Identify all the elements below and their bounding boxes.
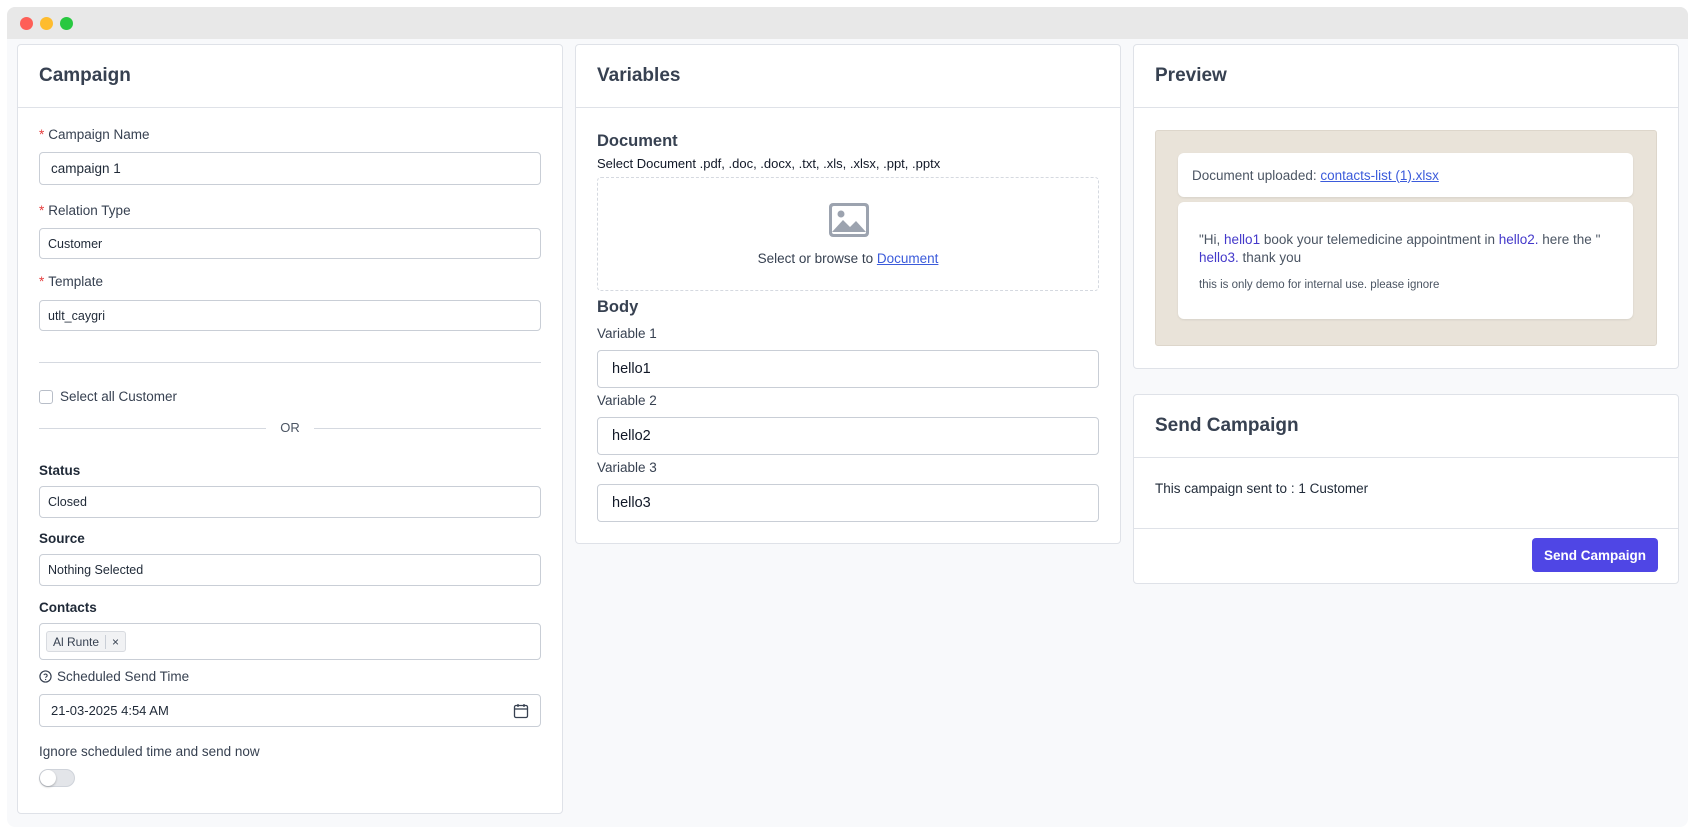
campaign-panel-header: Campaign (18, 45, 562, 108)
template-label: * Template (39, 274, 103, 289)
send-campaign-panel-header: Send Campaign (1134, 395, 1678, 458)
document-heading: Document (597, 132, 678, 150)
divider (39, 362, 541, 363)
campaign-name-label-text: Campaign Name (48, 127, 150, 142)
required-marker: * (39, 274, 45, 289)
scheduled-send-time-input[interactable]: 21-03-2025 4:54 AM (39, 694, 541, 727)
scheduled-label-row: Scheduled Send Time (39, 669, 189, 684)
calendar-icon[interactable] (513, 703, 529, 719)
question-circle-icon (39, 670, 52, 683)
variable-1-value: hello1 (612, 361, 651, 377)
contacts-multiselect[interactable]: Al Runte × (39, 623, 541, 660)
contact-tag-label: Al Runte (53, 634, 100, 649)
message-variable-3: hello3. (1199, 250, 1239, 265)
toggle-knob (40, 770, 56, 786)
title-bar (7, 7, 1688, 39)
template-select[interactable]: utlt_caygri (39, 300, 541, 331)
message-text: thank you (1238, 250, 1302, 265)
document-uploaded-bubble: Document uploaded: contacts-list (1).xls… (1178, 153, 1633, 197)
divider (1134, 528, 1678, 529)
relation-type-select[interactable]: Customer (39, 228, 541, 259)
uploaded-document-link[interactable]: contacts-list (1).xlsx (1320, 168, 1439, 183)
variable-3-label: Variable 3 (597, 460, 657, 475)
campaign-name-label: * Campaign Name (39, 127, 150, 142)
variables-panel: Variables Document Select Document .pdf,… (575, 44, 1121, 544)
select-all-checkbox[interactable] (39, 389, 53, 404)
status-select[interactable]: Closed (39, 486, 541, 518)
source-value: Nothing Selected (48, 563, 144, 577)
or-divider-right (314, 428, 541, 429)
preview-panel-header: Preview (1134, 45, 1678, 108)
message-body: "Hi, hello1 book your telemedicine appoi… (1199, 231, 1612, 267)
message-text: book your telemedicine appointment in (1260, 232, 1499, 247)
minimize-window-button[interactable] (40, 17, 53, 30)
relation-type-label: * Relation Type (39, 203, 131, 218)
campaign-summary-text: This campaign sent to : 1 Customer (1155, 481, 1369, 496)
send-campaign-panel-title: Send Campaign (1155, 415, 1299, 436)
document-uploaded-text: Document uploaded: (1192, 167, 1317, 183)
status-label: Status (39, 463, 81, 478)
variable-2-input[interactable]: hello2 (597, 417, 1099, 455)
message-variable-1: hello1 (1224, 232, 1261, 247)
variables-panel-header: Variables (576, 45, 1120, 108)
campaign-panel: Campaign * Campaign Name campaign 1 * Rela… (17, 44, 563, 814)
select-all-label: Select all Customer (60, 389, 178, 404)
variable-1-input[interactable]: hello1 (597, 350, 1099, 388)
message-variable-2: hello2. (1498, 232, 1539, 247)
message-bubble: "Hi, hello1 book your telemedicine appoi… (1178, 202, 1633, 319)
document-hint: Select Document .pdf, .doc, .docx, .txt,… (597, 156, 941, 171)
contact-tag: Al Runte × (46, 631, 127, 652)
or-divider-left (39, 428, 266, 429)
document-dropzone[interactable]: Select or browse to Document (597, 177, 1099, 291)
send-campaign-panel: Send Campaign This campaign sent to : 1 … (1133, 394, 1679, 584)
required-marker: * (39, 127, 45, 142)
send-campaign-button[interactable]: Send Campaign (1532, 538, 1658, 572)
image-placeholder-icon (829, 203, 869, 237)
status-value: Closed (48, 495, 87, 509)
dropzone-text: Select or browse to (757, 251, 874, 266)
campaign-panel-title: Campaign (39, 65, 131, 86)
scheduled-send-time-label: Scheduled Send Time (57, 669, 190, 684)
select-all-row: Select all Customer (39, 389, 177, 404)
campaign-name-input[interactable]: campaign 1 (39, 152, 541, 185)
chat-preview-background: Document uploaded: contacts-list (1).xls… (1155, 130, 1657, 346)
variable-2-label: Variable 2 (597, 393, 657, 408)
preview-panel: Preview Document uploaded: contacts-list… (1133, 44, 1679, 369)
preview-panel-title: Preview (1155, 65, 1227, 86)
app-window: Campaign * Campaign Name campaign 1 * Rela… (7, 7, 1688, 827)
message-text: here the " (1538, 232, 1601, 247)
template-value: utlt_caygri (48, 308, 105, 323)
variable-2-value: hello2 (612, 428, 651, 444)
dropzone-text-row: Select or browse to Document (598, 251, 1098, 266)
variable-1-label: Variable 1 (597, 326, 657, 341)
scheduled-send-time-value: 21-03-2025 4:54 AM (51, 703, 169, 718)
variable-3-value: hello3 (612, 495, 651, 511)
campaign-name-value: campaign 1 (51, 161, 121, 176)
relation-type-value: Customer (48, 236, 103, 251)
contact-tag-remove-icon[interactable]: × (105, 634, 119, 649)
or-separator-text: OR (280, 420, 300, 435)
variables-panel-title: Variables (597, 65, 681, 86)
maximize-window-button[interactable] (60, 17, 73, 30)
body-heading: Body (597, 298, 639, 316)
relation-type-label-text: Relation Type (48, 203, 131, 218)
required-marker: * (39, 203, 45, 218)
variable-3-input[interactable]: hello3 (597, 484, 1099, 522)
close-window-button[interactable] (20, 17, 33, 30)
source-select[interactable]: Nothing Selected (39, 554, 541, 586)
message-footer-note: this is only demo for internal use. plea… (1199, 279, 1440, 291)
browse-document-link[interactable]: Document (877, 251, 939, 266)
template-label-text: Template (48, 274, 104, 289)
message-text: "Hi, (1199, 232, 1225, 247)
contacts-label: Contacts (39, 600, 97, 615)
ignore-schedule-toggle[interactable] (39, 769, 75, 787)
ignore-schedule-label: Ignore scheduled time and send now (39, 744, 260, 759)
source-label: Source (39, 531, 85, 546)
